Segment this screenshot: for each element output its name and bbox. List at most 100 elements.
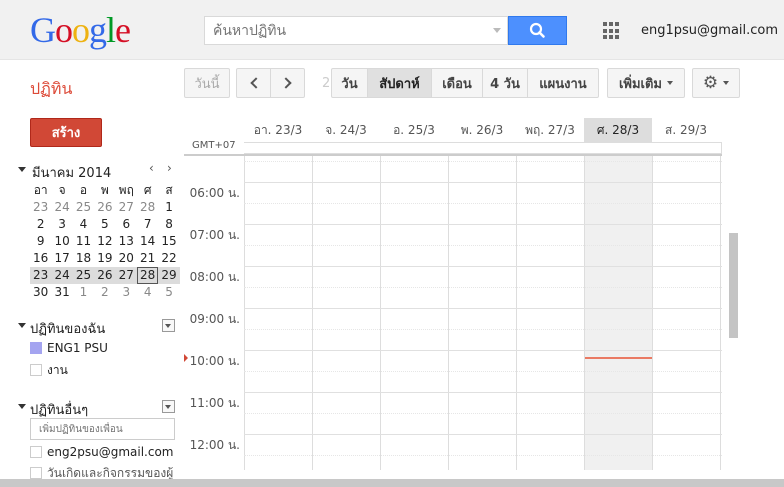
apps-grid-icon[interactable] xyxy=(603,22,621,40)
collapse-triangle-icon[interactable] xyxy=(18,323,26,328)
collapse-triangle-icon[interactable] xyxy=(18,404,26,409)
day-header[interactable]: พฤ. 27/3 xyxy=(516,118,584,142)
mini-calendar-day[interactable]: 9 xyxy=(30,233,51,250)
mini-calendar-day[interactable]: 16 xyxy=(30,250,51,267)
prev-period-button[interactable] xyxy=(236,68,271,98)
half-hour-line xyxy=(244,455,722,456)
day-header[interactable]: อา. 23/3 xyxy=(244,118,312,142)
mini-calendar-day[interactable]: 17 xyxy=(51,250,72,267)
next-period-button[interactable] xyxy=(270,68,305,98)
mini-calendar-day[interactable]: 1 xyxy=(73,284,94,301)
create-button[interactable]: สร้าง xyxy=(30,118,102,147)
mini-calendar-day[interactable]: 26 xyxy=(94,267,115,284)
mini-calendar-day[interactable]: 23 xyxy=(30,199,51,216)
day-header[interactable]: จ. 24/3 xyxy=(312,118,380,142)
mini-calendar-week[interactable]: 23 24 25 26 27 28 29 xyxy=(30,267,180,284)
mini-calendar-day[interactable]: 21 xyxy=(137,250,158,267)
mini-calendar-week[interactable]: 9 10 11 12 13 14 15 xyxy=(30,233,180,250)
hour-label: 11:00 น. xyxy=(189,396,240,410)
all-day-row[interactable] xyxy=(244,142,722,154)
mini-calendar-day[interactable]: 26 xyxy=(94,199,115,216)
calendar-item-eng2[interactable]: eng2psu@gmail.com xyxy=(30,445,174,459)
mini-calendar-title[interactable]: มีนาคม 2014 xyxy=(32,162,111,183)
collapse-triangle-icon[interactable] xyxy=(18,167,26,172)
search-button[interactable] xyxy=(508,16,567,45)
mini-calendar-week[interactable]: 30 31 1 2 3 4 5 xyxy=(30,284,180,301)
mini-calendar-day[interactable]: 4 xyxy=(137,284,158,301)
mini-calendar-day[interactable]: 24 xyxy=(51,267,72,284)
my-calendars-menu-button[interactable] xyxy=(162,319,175,332)
mini-calendar-day[interactable]: 29 xyxy=(158,267,179,284)
mini-next-month-button[interactable]: › xyxy=(167,161,172,175)
mini-calendar-day[interactable]: 2 xyxy=(94,284,115,301)
mini-calendar-week[interactable]: 16 17 18 19 20 21 22 xyxy=(30,250,180,267)
mini-calendar-day[interactable]: 25 xyxy=(73,267,94,284)
search-box[interactable] xyxy=(204,16,508,45)
mini-calendar-day[interactable]: 18 xyxy=(73,250,94,267)
calendar-item-work[interactable]: งาน xyxy=(30,361,68,380)
mini-calendar-day[interactable]: 3 xyxy=(116,284,137,301)
mini-calendar-day[interactable]: 27 xyxy=(116,199,137,216)
mini-calendar-day[interactable]: 13 xyxy=(116,233,137,250)
time-grid[interactable]: 06:00 น. 07:00 น. 08:00 น. 09:00 น. 10:00 น.… xyxy=(184,154,722,470)
logo-letter: o xyxy=(55,10,73,50)
mini-calendar-day[interactable]: 4 xyxy=(73,216,94,233)
current-time-line xyxy=(585,357,652,359)
vertical-scrollbar[interactable] xyxy=(729,233,738,338)
add-friend-calendar-input[interactable] xyxy=(30,418,175,440)
mini-calendar-day[interactable]: 2 xyxy=(30,216,51,233)
mini-calendar-day[interactable]: 30 xyxy=(30,284,51,301)
other-calendars-menu-button[interactable] xyxy=(162,400,175,413)
mini-calendar-day[interactable]: 5 xyxy=(158,284,179,301)
mini-calendar-day[interactable]: 25 xyxy=(73,199,94,216)
day-header[interactable]: อ. 25/3 xyxy=(380,118,448,142)
more-button[interactable]: เพิ่มเติม xyxy=(607,68,685,98)
settings-button[interactable]: ⚙ xyxy=(692,68,740,98)
view-4days-button[interactable]: 4 วัน xyxy=(482,68,528,98)
search-input[interactable] xyxy=(205,17,485,44)
mini-calendar-day[interactable]: 6 xyxy=(116,216,137,233)
view-month-button[interactable]: เดือน xyxy=(431,68,483,98)
mini-calendar-day[interactable]: 28 xyxy=(137,199,158,216)
day-header[interactable]: ส. 29/3 xyxy=(652,118,720,142)
calendar-checkbox[interactable] xyxy=(30,446,42,458)
view-week-button[interactable]: สัปดาห์ xyxy=(367,68,432,98)
mini-calendar-day[interactable]: 11 xyxy=(73,233,94,250)
mini-calendar-day[interactable]: 27 xyxy=(116,267,137,284)
calendar-checkbox[interactable] xyxy=(30,364,42,376)
mini-calendar-day[interactable]: 10 xyxy=(51,233,72,250)
view-agenda-button[interactable]: แผนงาน xyxy=(527,68,599,98)
view-day-button[interactable]: วัน xyxy=(331,68,368,98)
mini-calendar-day[interactable]: 3 xyxy=(51,216,72,233)
search-options-caret-icon[interactable] xyxy=(493,28,501,33)
mini-calendar-day[interactable]: 20 xyxy=(116,250,137,267)
mini-calendar-day[interactable]: 8 xyxy=(158,216,179,233)
user-email[interactable]: eng1psu@gmail.com xyxy=(641,23,778,38)
mini-calendar-day[interactable]: 24 xyxy=(51,199,72,216)
mini-calendar-day[interactable]: 5 xyxy=(94,216,115,233)
logo-letter: o xyxy=(72,10,90,50)
google-logo[interactable]: Google xyxy=(30,10,131,50)
mini-calendar-day[interactable]: 7 xyxy=(137,216,158,233)
logo-letter: G xyxy=(30,10,56,50)
mini-calendar-day[interactable]: 22 xyxy=(158,250,179,267)
mini-calendar-week[interactable]: 23 24 25 26 27 28 1 xyxy=(30,199,180,216)
mini-calendar-day[interactable]: 28 xyxy=(136,267,159,284)
hour-label: 07:00 น. xyxy=(189,228,240,242)
mini-calendar-day[interactable]: 15 xyxy=(158,233,179,250)
mini-calendar-day[interactable]: 12 xyxy=(94,233,115,250)
mini-calendar-week[interactable]: 2345678 xyxy=(30,216,180,233)
today-button[interactable]: วันนี้ xyxy=(184,68,230,98)
calendar-checkbox[interactable] xyxy=(30,467,42,479)
horizontal-scrollbar[interactable] xyxy=(0,479,784,487)
mini-prev-month-button[interactable]: ‹ xyxy=(149,161,154,175)
mini-calendar-day[interactable]: 14 xyxy=(137,233,158,250)
mini-calendar-day[interactable]: 19 xyxy=(94,250,115,267)
mini-calendar-day[interactable]: 1 xyxy=(158,199,179,216)
mini-calendar-day[interactable]: 23 xyxy=(30,267,51,284)
day-header[interactable]: พ. 26/3 xyxy=(448,118,516,142)
day-header[interactable]: ศ. 28/3 xyxy=(584,118,652,142)
half-hour-line xyxy=(244,203,722,204)
calendar-item-eng1[interactable]: ENG1 PSU xyxy=(30,341,108,355)
mini-calendar-day[interactable]: 31 xyxy=(51,284,72,301)
